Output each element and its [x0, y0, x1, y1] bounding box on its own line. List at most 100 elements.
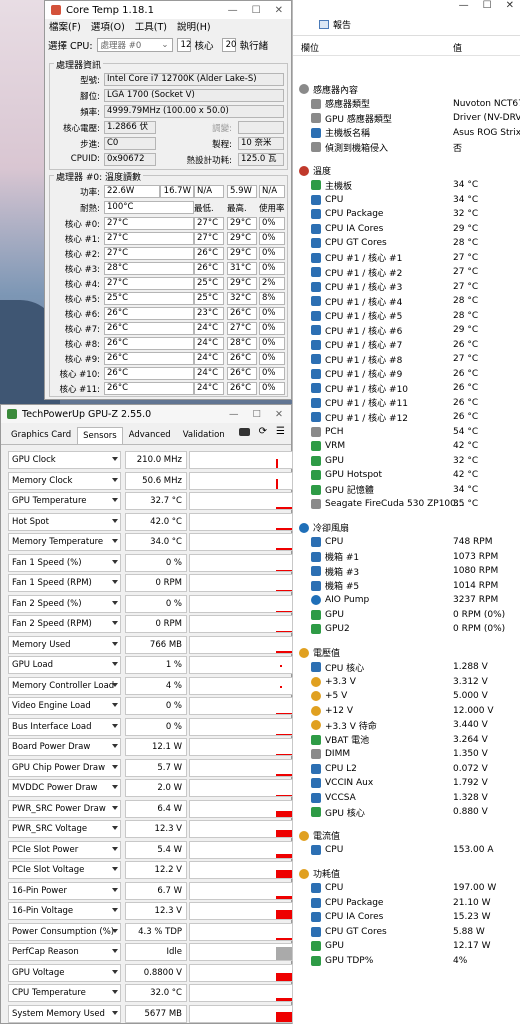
menu-tools[interactable]: 工具(T): [135, 19, 167, 34]
sensor-name-dropdown[interactable]: CPU Temperature: [8, 984, 121, 1002]
minimize-icon[interactable]: —: [459, 0, 469, 14]
sensor-row[interactable]: 機箱 #3 1080 RPM: [293, 564, 520, 579]
sensor-row[interactable]: GPU2 0 RPM (0%): [293, 622, 520, 637]
tab-graphics-card[interactable]: Graphics Card: [5, 426, 77, 444]
close-icon[interactable]: ✕: [275, 409, 283, 420]
chevron-down-icon[interactable]: [112, 621, 118, 625]
sensor-name-dropdown[interactable]: PWR_SRC Power Draw: [8, 799, 121, 818]
chevron-down-icon[interactable]: [112, 744, 118, 748]
camera-icon[interactable]: [238, 428, 250, 436]
sensor-row[interactable]: CPU #1 / 核心 #7 26 °C: [293, 338, 520, 353]
sensor-name-dropdown[interactable]: GPU Chip Power Draw: [8, 758, 121, 777]
sensor-row[interactable]: CPU 153.00 A: [293, 843, 520, 858]
sensor-name-dropdown[interactable]: 16-Pin Voltage: [8, 902, 121, 920]
sensor-row[interactable]: 主機板名稱 Asus ROG Strix Z6: [293, 126, 520, 141]
sensor-row[interactable]: CPU 197.00 W: [293, 881, 520, 896]
menu-file[interactable]: 檔案(F): [49, 19, 81, 34]
chevron-down-icon[interactable]: [112, 908, 118, 912]
minimize-icon[interactable]: —: [229, 409, 239, 420]
sensor-row[interactable]: CPU #1 / 核心 #3 27 °C: [293, 280, 520, 295]
sensor-name-dropdown[interactable]: PerfCap Reason: [8, 943, 121, 961]
sensor-row[interactable]: GPU 記憶體 34 °C: [293, 483, 520, 498]
sensor-row[interactable]: CPU L2 0.072 V: [293, 762, 520, 777]
sensor-row[interactable]: VCCSA 1.328 V: [293, 791, 520, 806]
sensor-name-dropdown[interactable]: GPU Clock: [8, 451, 121, 469]
sensor-name-dropdown[interactable]: GPU Voltage: [8, 963, 121, 982]
column-field[interactable]: 欄位: [293, 41, 453, 54]
sensor-row[interactable]: 偵測到機箱侵入 否: [293, 140, 520, 155]
menu-options[interactable]: 選項(O): [91, 19, 125, 34]
sensor-name-dropdown[interactable]: MVDDC Power Draw: [8, 779, 121, 797]
sensor-row[interactable]: GPU 12.17 W: [293, 939, 520, 954]
sensor-row[interactable]: GPU 0 RPM (0%): [293, 608, 520, 623]
sensor-name-dropdown[interactable]: Bus Interface Load: [8, 717, 121, 736]
sensor-name-dropdown[interactable]: Fan 1 Speed (RPM): [8, 574, 121, 592]
minimize-icon[interactable]: —: [228, 5, 238, 16]
chevron-down-icon[interactable]: [112, 1010, 118, 1015]
chevron-down-icon[interactable]: [112, 928, 118, 933]
sensor-row[interactable]: +3.3 V 3.312 V: [293, 675, 520, 690]
sensor-row[interactable]: CPU #1 / 核心 #4 28 °C: [293, 294, 520, 309]
sensor-row[interactable]: GPU 感應器類型 Driver (NV-DRV): [293, 111, 520, 126]
chevron-down-icon[interactable]: [112, 580, 118, 584]
sensor-row[interactable]: CPU #1 / 核心 #6 29 °C: [293, 323, 520, 338]
report-button[interactable]: 報告: [333, 18, 351, 31]
chevron-down-icon[interactable]: [112, 682, 118, 687]
chevron-down-icon[interactable]: [112, 539, 118, 543]
chevron-down-icon[interactable]: [112, 477, 118, 482]
sensor-name-dropdown[interactable]: 16-Pin Power: [8, 881, 121, 900]
sensor-name-dropdown[interactable]: PCIe Slot Power: [8, 840, 121, 859]
sensor-row[interactable]: 主機板 34 °C: [293, 178, 520, 193]
sensor-row[interactable]: CPU 34 °C: [293, 193, 520, 208]
cpu-select-dropdown[interactable]: 處理器 #0 ⌄: [96, 38, 173, 52]
chevron-down-icon[interactable]: [112, 662, 118, 666]
tab-sensors[interactable]: Sensors: [77, 427, 123, 444]
sensor-name-dropdown[interactable]: Power Consumption (%): [8, 922, 121, 941]
sensor-name-dropdown[interactable]: Memory Controller Load: [8, 676, 121, 695]
sensor-section-header[interactable]: 溫度: [293, 164, 520, 179]
close-icon[interactable]: ✕: [275, 5, 283, 16]
sensor-row[interactable]: Seagate FireCuda 530 ZP100... 35 °C: [293, 497, 520, 512]
sensor-row[interactable]: +12 V 12.000 V: [293, 704, 520, 719]
sensor-row[interactable]: 機箱 #1 1073 RPM: [293, 550, 520, 565]
sensor-row[interactable]: CPU #1 / 核心 #11 26 °C: [293, 396, 520, 411]
chevron-down-icon[interactable]: [112, 846, 118, 851]
sensor-name-dropdown[interactable]: GPU Load: [8, 656, 121, 674]
chevron-down-icon[interactable]: [112, 600, 118, 605]
sensor-row[interactable]: CPU 核心 1.288 V: [293, 660, 520, 675]
chevron-down-icon[interactable]: [112, 518, 118, 523]
sensor-row[interactable]: CPU 748 RPM: [293, 535, 520, 550]
sensor-row[interactable]: VBAT 電池 3.264 V: [293, 733, 520, 748]
chevron-down-icon[interactable]: [112, 559, 118, 564]
sensor-row[interactable]: PCH 54 °C: [293, 425, 520, 440]
sensor-name-dropdown[interactable]: PCIe Slot Voltage: [8, 861, 121, 879]
sensor-name-dropdown[interactable]: Video Engine Load: [8, 697, 121, 715]
chevron-down-icon[interactable]: [112, 703, 118, 707]
sensor-row[interactable]: VCCIN Aux 1.792 V: [293, 776, 520, 791]
sensor-row[interactable]: CPU #1 / 核心 #8 27 °C: [293, 352, 520, 367]
chevron-down-icon[interactable]: [112, 723, 118, 728]
sensor-row[interactable]: CPU Package 21.10 W: [293, 896, 520, 911]
sensor-row[interactable]: CPU IA Cores 29 °C: [293, 222, 520, 237]
sensor-name-dropdown[interactable]: System Memory Used: [8, 1004, 121, 1023]
sensor-row[interactable]: CPU IA Cores 15.23 W: [293, 910, 520, 925]
close-icon[interactable]: ✕: [506, 0, 514, 14]
chevron-down-icon[interactable]: [112, 785, 118, 789]
sensor-row[interactable]: GPU 核心 0.880 V: [293, 805, 520, 820]
maximize-icon[interactable]: ☐: [483, 0, 492, 14]
maximize-icon[interactable]: ☐: [253, 409, 262, 420]
sensor-name-dropdown[interactable]: Board Power Draw: [8, 738, 121, 756]
sensor-row[interactable]: +3.3 V 待命 3.440 V: [293, 718, 520, 733]
sensor-section-header[interactable]: 感應器內容: [293, 82, 520, 97]
chevron-down-icon[interactable]: [112, 990, 118, 994]
sensor-name-dropdown[interactable]: Memory Temperature: [8, 533, 121, 551]
column-value[interactable]: 值: [453, 41, 462, 54]
sensor-row[interactable]: VRM 42 °C: [293, 439, 520, 454]
chevron-down-icon[interactable]: [112, 949, 118, 953]
sensor-name-dropdown[interactable]: Fan 2 Speed (RPM): [8, 615, 121, 633]
sensor-row[interactable]: CPU GT Cores 28 °C: [293, 236, 520, 251]
sensor-row[interactable]: CPU #1 / 核心 #1 27 °C: [293, 251, 520, 266]
sensor-row[interactable]: CPU #1 / 核心 #9 26 °C: [293, 367, 520, 382]
sensor-row[interactable]: CPU #1 / 核心 #5 28 °C: [293, 309, 520, 324]
sensor-row[interactable]: CPU #1 / 核心 #2 27 °C: [293, 265, 520, 280]
